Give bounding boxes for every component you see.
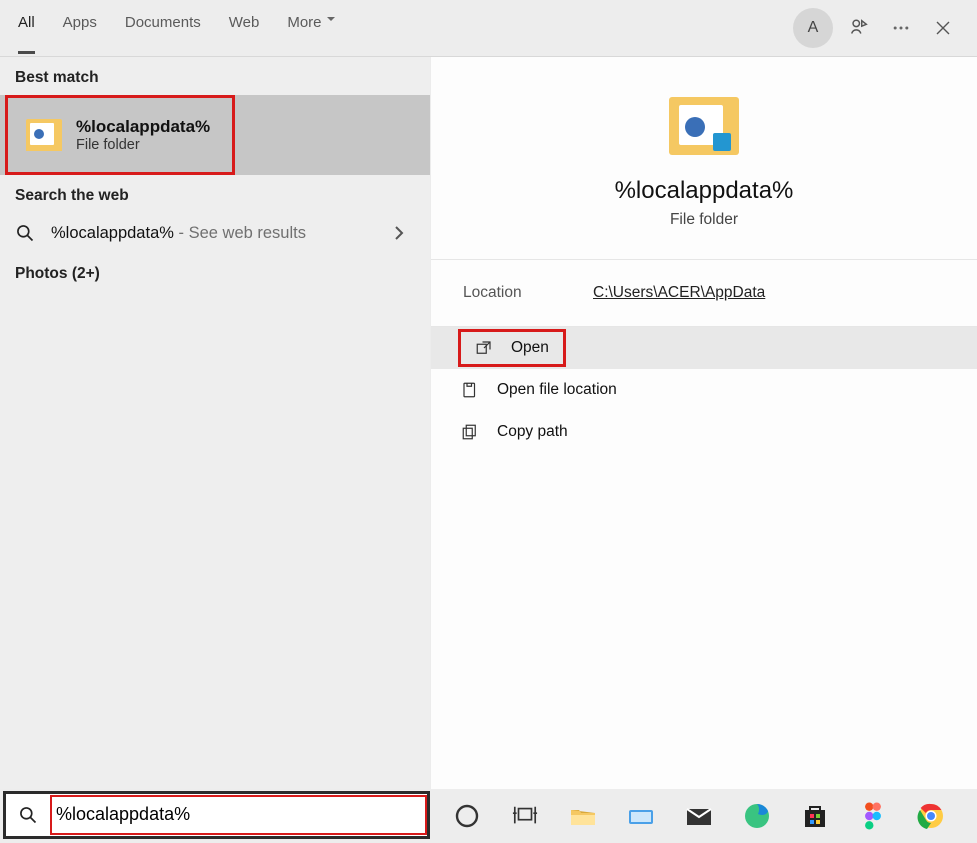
- best-match-title: %localappdata%: [76, 117, 210, 137]
- photos-header[interactable]: Photos (2+): [0, 253, 430, 291]
- location-row: Location C:\Users\ACER\AppData: [431, 260, 977, 327]
- search-web-header: Search the web: [0, 175, 430, 213]
- search-icon: [6, 805, 50, 825]
- tab-all[interactable]: All: [18, 14, 35, 54]
- search-filter-tabs: All Apps Documents Web More A: [0, 0, 977, 57]
- folder-icon: [669, 97, 739, 155]
- action-open[interactable]: Open: [431, 327, 977, 369]
- best-match-result[interactable]: %localappdata% File folder: [5, 95, 235, 175]
- location-label: Location: [463, 284, 593, 302]
- tab-apps[interactable]: Apps: [63, 14, 97, 54]
- folder-icon: [26, 119, 62, 151]
- search-icon: [15, 223, 37, 243]
- search-input[interactable]: [56, 797, 425, 833]
- action-copy-path[interactable]: Copy path: [431, 411, 977, 453]
- tab-more[interactable]: More: [287, 14, 335, 54]
- preview-pane: %localappdata% File folder Location C:\U…: [430, 57, 977, 789]
- action-copy-path-label: Copy path: [497, 423, 568, 441]
- more-options-icon[interactable]: [885, 12, 917, 44]
- action-open-location-label: Open file location: [497, 381, 617, 399]
- avatar[interactable]: A: [793, 8, 833, 48]
- tab-web[interactable]: Web: [229, 14, 260, 54]
- mail-icon[interactable]: [682, 799, 716, 833]
- chevron-down-icon: [326, 14, 336, 24]
- web-result-suffix: - See web results: [174, 224, 306, 242]
- tab-documents[interactable]: Documents: [125, 14, 201, 54]
- chrome-icon[interactable]: [914, 799, 948, 833]
- action-open-file-location[interactable]: Open file location: [431, 369, 977, 411]
- feedback-icon[interactable]: [843, 12, 875, 44]
- web-result-query: %localappdata%: [51, 224, 174, 242]
- cortana-icon[interactable]: [450, 799, 484, 833]
- location-path[interactable]: C:\Users\ACER\AppData: [593, 284, 765, 302]
- file-location-icon: [461, 381, 479, 399]
- copy-icon: [461, 423, 479, 441]
- preview-title: %localappdata%: [615, 177, 794, 205]
- taskbar: [0, 789, 977, 843]
- action-open-label: Open: [511, 339, 549, 357]
- search-box[interactable]: [3, 791, 430, 839]
- best-match-subtitle: File folder: [76, 137, 210, 153]
- close-icon[interactable]: [927, 12, 959, 44]
- edge-icon[interactable]: [740, 799, 774, 833]
- results-pane: Best match %localappdata% File folder Se…: [0, 57, 430, 789]
- chevron-right-icon: [393, 226, 415, 240]
- store-icon[interactable]: [798, 799, 832, 833]
- task-view-icon[interactable]: [508, 799, 542, 833]
- best-match-header: Best match: [0, 57, 430, 95]
- open-icon: [475, 339, 493, 357]
- web-result-row[interactable]: %localappdata% - See web results: [0, 213, 430, 253]
- figma-icon[interactable]: [856, 799, 890, 833]
- file-explorer-icon[interactable]: [566, 799, 600, 833]
- app-icon-keyboard[interactable]: [624, 799, 658, 833]
- preview-subtitle: File folder: [670, 211, 738, 229]
